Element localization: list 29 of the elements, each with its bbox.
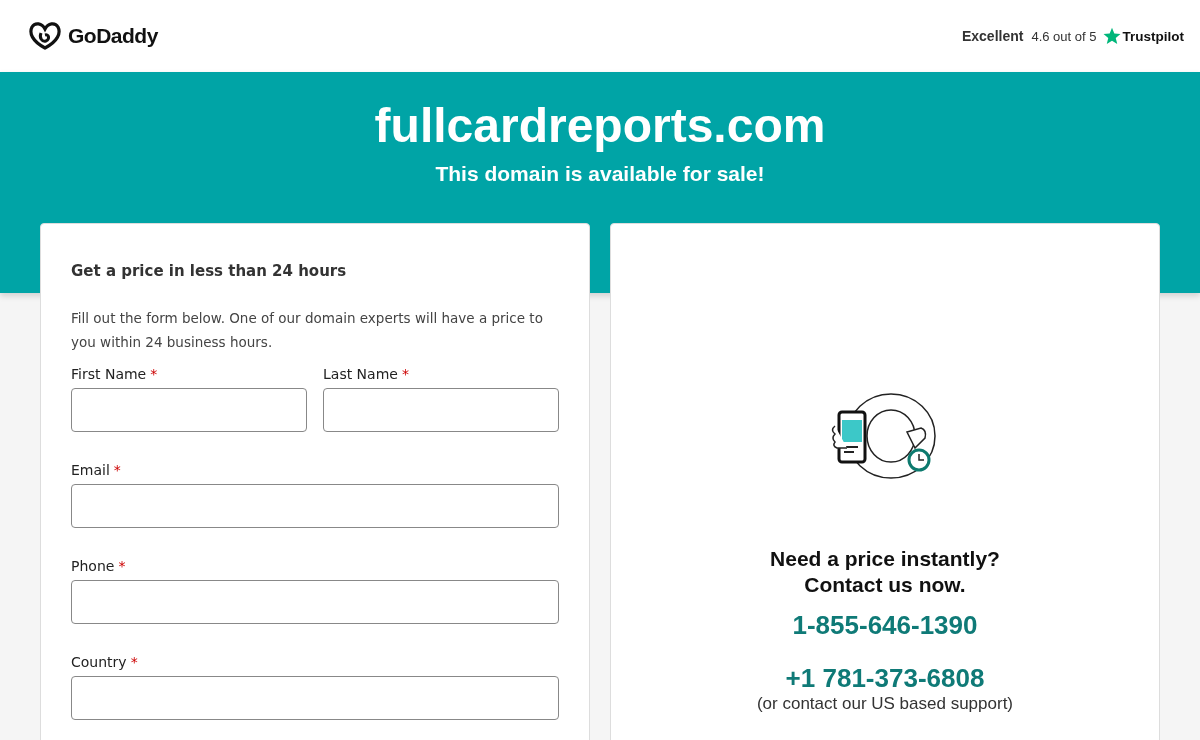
star-icon	[1102, 27, 1121, 45]
required-mark: *	[150, 366, 158, 382]
input-field[interactable]	[71, 676, 559, 720]
rating-label: Excellent	[961, 28, 1024, 44]
field-label: Country	[71, 654, 127, 670]
field-label: Phone	[71, 558, 115, 574]
field-label: Email	[71, 462, 110, 478]
support-note: (or contact our US based support)	[756, 694, 1014, 714]
required-mark: *	[118, 558, 126, 574]
required-mark: *	[130, 654, 138, 670]
contact-heading: Need a price instantly? Contact us now.	[770, 546, 1000, 598]
phone-link[interactable]: 1-855-646-1390	[792, 610, 978, 641]
sale-subtitle: This domain is available for sale!	[434, 162, 766, 186]
domain-title: fullcardreports.com	[373, 98, 827, 154]
field-label: Last Name	[323, 366, 398, 382]
input-field[interactable]	[323, 388, 559, 432]
trustpilot-text: Trustpilot	[1122, 28, 1184, 44]
field-label: First Name	[71, 366, 147, 382]
input-field[interactable]	[71, 484, 559, 528]
required-mark: *	[401, 366, 409, 382]
form-title: Get a price in less than 24 hours	[71, 262, 348, 280]
rating-score: 4.6 out of 5	[1031, 28, 1097, 44]
logo-text: GoDaddy	[68, 24, 158, 48]
logo-icon	[28, 21, 62, 51]
required-mark: *	[113, 462, 121, 478]
input-field[interactable]	[71, 580, 559, 624]
input-field[interactable]	[71, 388, 307, 432]
form-intro: Fill out the form below. One of our domain experts will have a price to you within 24 business hours.	[71, 309, 544, 352]
phone-link[interactable]: +1 781-373-6808	[785, 663, 985, 694]
